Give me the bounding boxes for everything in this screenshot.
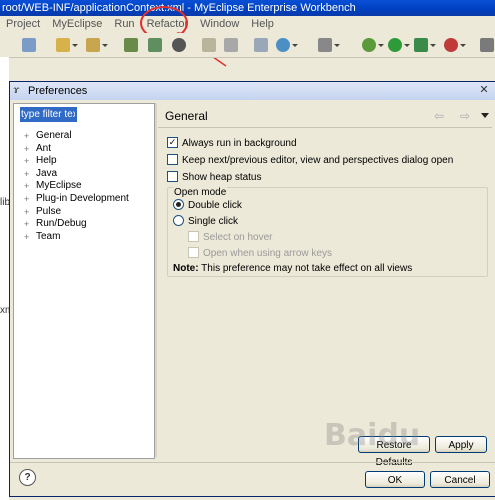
tree-item-team[interactable]: + Team <box>24 231 129 244</box>
chevron-down-icon[interactable] <box>292 44 298 47</box>
server-icon[interactable] <box>148 38 162 52</box>
menu-myeclipse[interactable]: MyEclipse <box>46 16 108 32</box>
expand-icon[interactable]: + <box>24 155 29 168</box>
tree-item-ant[interactable]: + Ant <box>24 143 129 156</box>
tree-item-help[interactable]: + Help <box>24 155 129 168</box>
expand-icon[interactable]: + <box>24 193 29 206</box>
menu-bar: Project MyEclipse Run Refactor Window Help <box>0 16 495 32</box>
preference-tree: + General + Ant + Help + Java + MyEclipse + Pl… <box>24 130 129 243</box>
note-text: Note: This preference may not take effec… <box>173 263 412 274</box>
expand-icon[interactable]: + <box>24 180 29 193</box>
dialog-title: Preferences <box>28 85 88 97</box>
note-body: This preference may not take effect on a… <box>201 263 413 274</box>
pane-divider[interactable] <box>155 103 157 457</box>
menu-help[interactable]: Help <box>245 16 280 32</box>
filter-input[interactable] <box>20 107 77 122</box>
group-label: Open mode <box>173 187 228 198</box>
menu-project[interactable]: Project <box>0 16 46 32</box>
radio-double-click[interactable]: Double click <box>173 198 242 213</box>
table-icon[interactable] <box>254 38 268 52</box>
forward-arrow-icon[interactable]: ⇨ <box>460 109 470 123</box>
stop-icon[interactable] <box>444 38 458 52</box>
deploy-icon[interactable] <box>124 38 138 52</box>
preferences-icon: ɤ <box>13 85 20 96</box>
tree-item-run-debug[interactable]: + Run/Debug <box>24 218 129 231</box>
dialog-title-bar[interactable]: ɤ Preferences ✕ <box>10 82 495 100</box>
chevron-down-icon[interactable] <box>72 44 78 47</box>
general-page: General ⇦ ⇨ ✓ Always run in background Ke… <box>158 103 492 468</box>
refresh-icon[interactable] <box>224 38 238 52</box>
expand-icon[interactable]: + <box>24 130 29 143</box>
tree-item-myeclipse[interactable]: + MyEclipse <box>24 180 129 193</box>
expand-icon[interactable]: + <box>24 143 29 156</box>
page-title: General <box>165 109 208 123</box>
expand-icon[interactable]: + <box>24 206 29 219</box>
checkbox-disabled <box>188 246 199 258</box>
package-icon[interactable] <box>480 38 494 52</box>
radio-button-selected[interactable] <box>173 198 184 210</box>
open-folder-icon[interactable] <box>202 38 216 52</box>
chevron-down-icon[interactable] <box>404 44 410 47</box>
chevron-down-icon[interactable] <box>430 44 436 47</box>
debug-icon[interactable] <box>362 38 376 52</box>
new-wizard-icon[interactable] <box>56 38 70 52</box>
open-mode-group: Open mode Double click Single click Sele… <box>167 187 488 277</box>
note-label: Note: <box>173 263 199 274</box>
divider <box>158 127 492 128</box>
option-keep-dialog-open[interactable]: Keep next/previous editor, view and pers… <box>167 153 453 168</box>
tree-item-java[interactable]: + Java <box>24 168 129 181</box>
menu-run[interactable]: Run <box>108 16 140 32</box>
tree-item-pulse[interactable]: + Pulse <box>24 206 129 219</box>
tree-item-plugin-development[interactable]: + Plug-in Development <box>24 193 129 206</box>
monitor-icon[interactable] <box>318 38 332 52</box>
globe-icon[interactable] <box>276 38 290 52</box>
checkbox-disabled <box>188 230 199 242</box>
checkbox-checked[interactable]: ✓ <box>167 136 178 148</box>
option-always-run-background[interactable]: ✓ Always run in background <box>167 136 297 151</box>
checkbox[interactable] <box>167 170 178 182</box>
run-external-icon[interactable] <box>414 38 428 52</box>
help-icon[interactable]: ? <box>19 469 36 486</box>
expand-icon[interactable]: + <box>24 168 29 181</box>
cancel-button[interactable]: Cancel <box>430 471 490 488</box>
ok-button[interactable]: OK <box>365 471 425 488</box>
back-arrow-icon[interactable]: ⇦ <box>434 109 444 123</box>
option-open-arrow-keys: Open when using arrow keys <box>188 246 332 261</box>
chevron-down-icon[interactable] <box>334 44 340 47</box>
close-icon[interactable]: ✕ <box>478 84 490 96</box>
chevron-down-icon[interactable] <box>460 44 466 47</box>
workbench-toolbar <box>0 33 495 58</box>
workbench-title: root/WEB-INF/applicationContext.xml - My… <box>0 0 495 16</box>
run-icon[interactable] <box>388 38 402 52</box>
view-menu-icon[interactable] <box>481 113 489 118</box>
radio-button[interactable] <box>173 214 184 226</box>
expand-icon[interactable]: + <box>24 231 29 244</box>
preference-tree-pane: +General +Ant +Help +Java +MyEclipse +Pl… <box>13 103 155 459</box>
option-select-on-hover: Select on hover <box>188 230 273 245</box>
chevron-down-icon[interactable] <box>102 44 108 47</box>
chevron-down-icon[interactable] <box>378 44 384 47</box>
radio-single-click[interactable]: Single click <box>173 214 238 229</box>
checkbox[interactable] <box>167 153 178 165</box>
browser-icon[interactable] <box>172 38 186 52</box>
new-project-icon[interactable] <box>86 38 100 52</box>
option-show-heap-status[interactable]: Show heap status <box>167 170 262 185</box>
tree-item-general[interactable]: + General <box>24 130 129 143</box>
expand-icon[interactable]: + <box>24 218 29 231</box>
workbench-side-strip: lib xml <box>0 57 16 500</box>
save-all-icon[interactable] <box>22 38 36 52</box>
watermark: Baidu <box>324 418 421 453</box>
